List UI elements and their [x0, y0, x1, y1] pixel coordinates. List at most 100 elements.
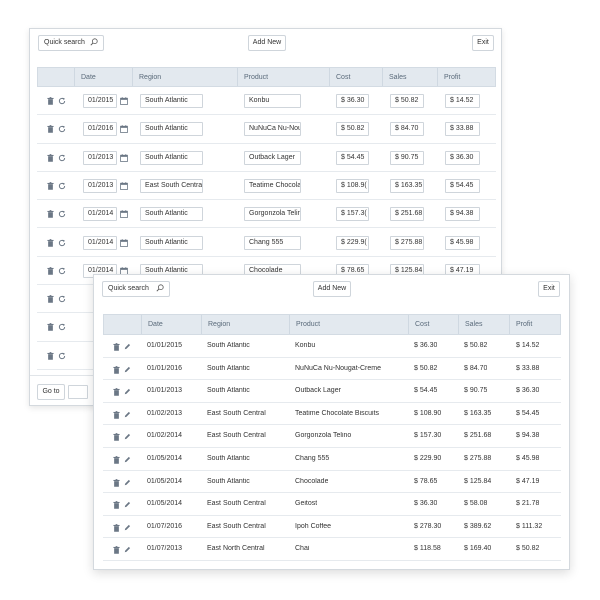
column-header-region[interactable]: Region: [132, 68, 237, 86]
column-header-cost[interactable]: Cost: [329, 68, 382, 86]
pencil-icon[interactable]: [124, 388, 131, 396]
column-header-profit[interactable]: Profit: [437, 68, 497, 86]
trash-icon[interactable]: [47, 323, 54, 332]
pencil-icon[interactable]: [124, 501, 131, 509]
column-header-product[interactable]: Product: [289, 315, 408, 334]
date-input[interactable]: 01/2013: [83, 150, 117, 165]
search-input[interactable]: Quick search: [38, 35, 104, 51]
region-input[interactable]: East South Central: [140, 178, 203, 193]
goto-button[interactable]: Go to: [37, 384, 65, 400]
cost-input[interactable]: $ 229.9(: [336, 235, 369, 250]
product-input[interactable]: Teatime Chocola: [244, 178, 301, 193]
refresh-icon[interactable]: [58, 97, 66, 105]
region-input[interactable]: South Atlantic: [140, 122, 203, 137]
cost-input[interactable]: $ 50.82: [336, 122, 369, 137]
exit-button[interactable]: Exit: [538, 281, 560, 297]
refresh-icon[interactable]: [58, 295, 66, 303]
trash-icon[interactable]: [113, 433, 120, 442]
sales-input[interactable]: $ 275.88: [390, 235, 424, 250]
calendar-icon[interactable]: [120, 125, 128, 134]
goto-page-input[interactable]: [68, 385, 88, 399]
profit-input[interactable]: $ 45.98: [445, 235, 480, 250]
product-input[interactable]: Chang 555: [244, 235, 301, 250]
cost-input[interactable]: $ 36.30: [336, 94, 369, 108]
refresh-icon[interactable]: [58, 154, 66, 162]
cost-input[interactable]: $ 157.3(: [336, 207, 369, 222]
profit-input[interactable]: $ 54.45: [445, 178, 480, 193]
profit-input[interactable]: $ 33.88: [445, 122, 480, 137]
product-input[interactable]: Konbu: [244, 94, 301, 108]
column-header-sales[interactable]: Sales: [382, 68, 437, 86]
pencil-icon[interactable]: [124, 546, 131, 554]
trash-icon[interactable]: [113, 365, 120, 374]
exit-button[interactable]: Exit: [472, 35, 494, 51]
refresh-icon[interactable]: [58, 323, 66, 331]
trash-icon[interactable]: [47, 125, 54, 134]
trash-icon[interactable]: [47, 295, 54, 303]
date-input[interactable]: 01/2016: [83, 122, 117, 137]
trash-icon[interactable]: [47, 153, 54, 162]
refresh-icon[interactable]: [58, 182, 66, 190]
column-header-date[interactable]: Date: [141, 315, 201, 334]
pencil-icon[interactable]: [124, 479, 131, 487]
column-header-region[interactable]: Region: [201, 315, 289, 334]
trash-icon[interactable]: [47, 97, 54, 105]
trash-icon[interactable]: [47, 210, 54, 218]
product-input[interactable]: Outback Lager: [244, 150, 301, 165]
refresh-icon[interactable]: [58, 352, 66, 360]
calendar-icon[interactable]: [120, 238, 128, 247]
trash-icon[interactable]: [113, 478, 120, 487]
pencil-icon[interactable]: [124, 433, 131, 441]
sales-input[interactable]: $ 163.35: [390, 178, 424, 193]
add-new-button[interactable]: Add New: [313, 281, 351, 297]
pencil-icon[interactable]: [124, 456, 131, 464]
column-header-product[interactable]: Product: [237, 68, 329, 86]
search-icon[interactable]: [90, 38, 98, 46]
refresh-icon[interactable]: [58, 239, 66, 247]
trash-icon[interactable]: [113, 523, 120, 532]
pencil-icon[interactable]: [124, 366, 131, 374]
column-header-cost[interactable]: Cost: [408, 315, 458, 334]
calendar-icon[interactable]: [120, 210, 128, 219]
calendar-icon[interactable]: [120, 153, 128, 162]
cost-input[interactable]: $ 54.45: [336, 150, 369, 165]
search-input[interactable]: Quick search: [102, 281, 170, 297]
trash-icon[interactable]: [113, 501, 120, 509]
add-new-button[interactable]: Add New: [248, 35, 286, 51]
profit-input[interactable]: $ 36.30: [445, 150, 480, 165]
region-input[interactable]: South Atlantic: [140, 235, 203, 250]
product-input[interactable]: NuNuCa Nu-Nou: [244, 122, 301, 137]
trash-icon[interactable]: [47, 238, 54, 247]
date-input[interactable]: 01/2015: [83, 94, 117, 108]
sales-input[interactable]: $ 50.82: [390, 94, 424, 108]
sales-input[interactable]: $ 90.75: [390, 150, 424, 165]
trash-icon[interactable]: [113, 410, 120, 419]
column-header-profit[interactable]: Profit: [509, 315, 561, 334]
trash-icon[interactable]: [47, 351, 54, 360]
column-header-date[interactable]: Date: [74, 68, 132, 86]
region-input[interactable]: South Atlantic: [140, 207, 203, 222]
pencil-icon[interactable]: [124, 343, 131, 351]
search-icon[interactable]: [156, 284, 164, 292]
date-input[interactable]: 01/2014: [83, 235, 117, 250]
region-input[interactable]: South Atlantic: [140, 94, 203, 108]
trash-icon[interactable]: [113, 456, 120, 464]
column-header-sales[interactable]: Sales: [458, 315, 509, 334]
trash-icon[interactable]: [113, 546, 120, 555]
calendar-icon[interactable]: [120, 97, 128, 105]
product-input[interactable]: Gorgonzola Telin: [244, 207, 301, 222]
pencil-icon[interactable]: [124, 524, 131, 532]
refresh-icon[interactable]: [58, 125, 66, 133]
trash-icon[interactable]: [47, 181, 54, 190]
calendar-icon[interactable]: [120, 182, 128, 190]
pencil-icon[interactable]: [124, 411, 131, 419]
sales-input[interactable]: $ 251.68: [390, 207, 424, 222]
date-input[interactable]: 01/2013: [83, 178, 117, 193]
cost-input[interactable]: $ 108.9(: [336, 178, 369, 193]
refresh-icon[interactable]: [58, 267, 66, 275]
trash-icon[interactable]: [113, 343, 120, 351]
trash-icon[interactable]: [113, 388, 120, 396]
trash-icon[interactable]: [47, 266, 54, 275]
date-input[interactable]: 01/2014: [83, 207, 117, 222]
profit-input[interactable]: $ 94.38: [445, 207, 480, 222]
